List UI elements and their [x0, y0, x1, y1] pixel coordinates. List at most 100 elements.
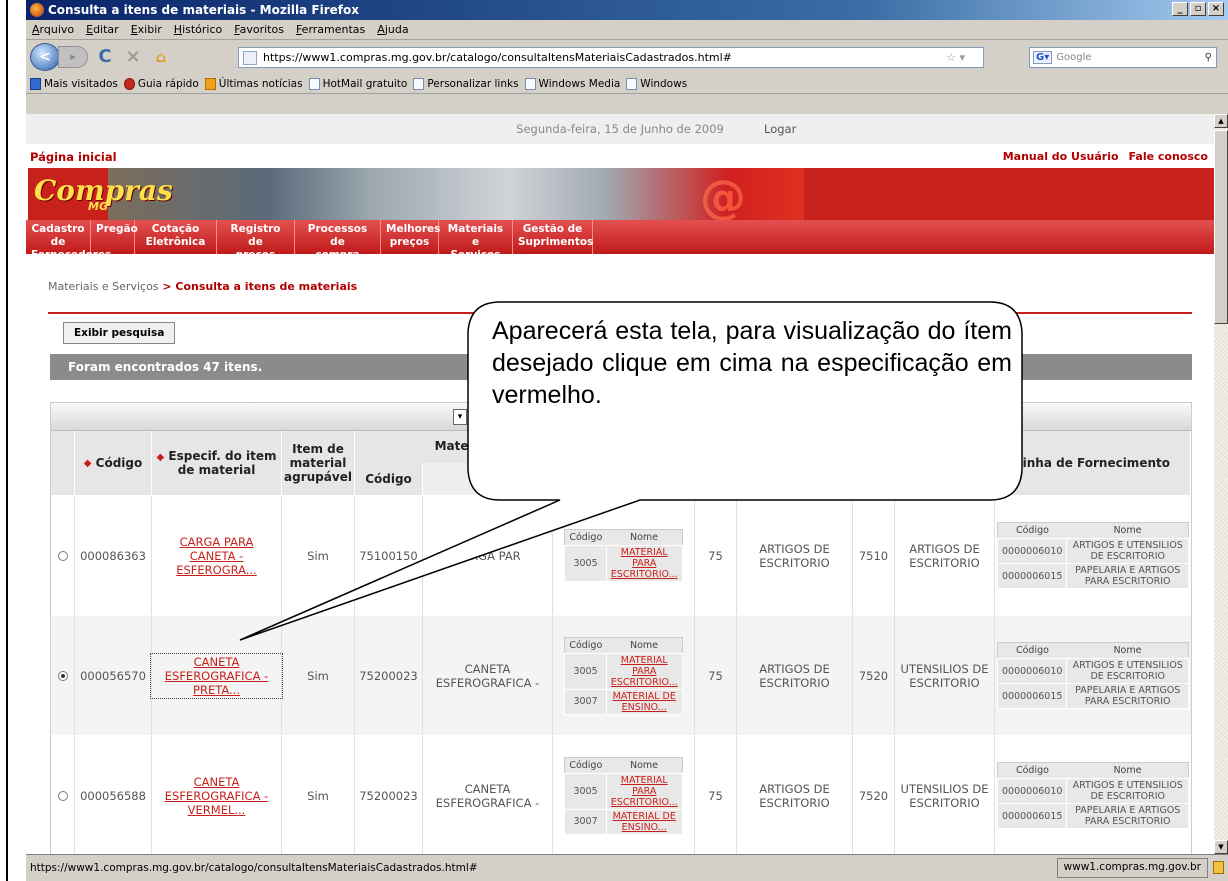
manual-link[interactable]: Manual do Usuário [1003, 150, 1119, 163]
header-spec[interactable]: ◆ Especif. do item de material [152, 431, 282, 495]
spec-link[interactable]: CARGA PARA CANETA - ESFEROGRA... [152, 535, 281, 577]
nav-item-label: preços [389, 236, 430, 248]
menu-favoritos[interactable]: Favoritos [234, 23, 284, 36]
table-cell: 75 [695, 496, 737, 615]
supply-name: ARTIGOS E UTENSILIOS DE ESCRITORIO [1066, 538, 1189, 564]
bookmark-ultimas-noticias[interactable]: Últimas notícias [204, 77, 303, 90]
menu-ajuda[interactable]: Ajuda [377, 23, 408, 36]
maximize-button[interactable]: ▫ [1190, 2, 1206, 16]
material-name: CANETA ESFEROGRAFICA - [435, 781, 540, 810]
chevron-down-icon[interactable]: ▾ [453, 409, 467, 425]
table-cell: 75 [695, 736, 737, 854]
nav-item[interactable]: Registro de preços [217, 220, 295, 261]
scrollbar-thumb[interactable] [1214, 130, 1228, 324]
menu-exibir[interactable]: Exibir [131, 23, 162, 36]
supply-code: 0000006010 [996, 778, 1068, 804]
menu-historico[interactable]: Histórico [174, 23, 222, 36]
sort-icon: ◆ [83, 457, 92, 469]
navigation-toolbar: < ▸ C × ⌂ https://www1.compras.mg.gov.br… [26, 40, 1228, 74]
nav-item[interactable]: Gestão de Suprimentos [513, 220, 593, 254]
table-cell: ARTIGOS DE ESCRITORIO [737, 616, 853, 735]
bookmark-guia-rapido[interactable]: Guia rápido [123, 77, 199, 90]
url-input[interactable]: https://www1.compras.mg.gov.br/catalogo/… [238, 47, 984, 68]
bookmark-star-icon[interactable]: ☆ ▾ [946, 51, 965, 64]
nav-item[interactable]: Melhores preços [381, 220, 440, 254]
contact-link[interactable]: Fale conosco [1129, 150, 1208, 163]
stop-icon[interactable]: × [122, 46, 144, 68]
scroll-down-icon[interactable]: ▼ [1214, 840, 1228, 854]
google-icon[interactable]: G▾ [1033, 51, 1053, 64]
class-link[interactable]: MATERIAL PARA ESCRITORIO... [611, 547, 678, 580]
table-cell: 000056588 [75, 736, 152, 854]
mini-header: Código [569, 532, 603, 543]
class-link[interactable]: MATERIAL PARA ESCRITORIO... [611, 655, 678, 688]
menu-ferramentas[interactable]: Ferramentas [296, 23, 365, 36]
results-table: ▾ ◆ Código ◆ Especif. do item de materia… [50, 402, 1192, 854]
header-code[interactable]: ◆ Código [75, 431, 152, 495]
forward-button[interactable]: ▸ [58, 46, 88, 68]
menu-arquivo[interactable]: Arquivo [32, 23, 74, 36]
close-button[interactable]: × [1208, 2, 1224, 16]
nav-item-label: Registro de [230, 223, 281, 248]
back-button[interactable]: < [30, 43, 60, 71]
spec-link[interactable]: CANETA ESFEROGRAFICA - PRETA... [150, 652, 283, 699]
scroll-up-icon[interactable]: ▲ [1214, 114, 1228, 128]
site-logo-sub: MG [88, 200, 108, 213]
show-search-button[interactable]: Exibir pesquisa [63, 322, 176, 344]
status-bar: https://www1.compras.mg.gov.br/catalogo/… [26, 854, 1228, 881]
table-row[interactable]: 000056570 CANETA ESFEROGRAFICA - PRETA...… [51, 615, 1191, 735]
supply-code: 0000006010 [996, 658, 1068, 684]
window-title: Consulta a itens de materiais - Mozilla … [48, 3, 359, 17]
spec-link[interactable]: CANETA ESFEROGRAFICA - VERMEL... [152, 775, 281, 817]
table-cell: Sim [282, 496, 355, 615]
subgroup-code: 7510 [858, 548, 889, 563]
row-radio[interactable] [57, 790, 68, 801]
row-radio[interactable] [57, 550, 68, 561]
minimize-button[interactable]: _ [1172, 2, 1188, 16]
breadcrumb-parent[interactable]: Materiais e Serviços [48, 280, 159, 293]
page-icon [308, 77, 320, 90]
nav-item-label: Gestão de [522, 223, 583, 235]
nav-item[interactable]: Cotação Eletrônica [135, 220, 217, 254]
group-code: 75 [708, 668, 723, 683]
vertical-scrollbar[interactable]: ▲ ▼ [1214, 114, 1228, 854]
bookmark-personalizar[interactable]: Personalizar links [413, 77, 519, 90]
bookmark-windows-media[interactable]: Windows Media [524, 77, 620, 90]
class-link[interactable]: MATERIAL PARA ESCRITORIO... [611, 775, 678, 808]
menu-editar[interactable]: Editar [86, 23, 119, 36]
nav-item[interactable]: Cadastro de Fornecedores [26, 220, 111, 261]
home-icon[interactable]: ⌂ [150, 46, 172, 68]
subgroup-name: UTENSILIOS DE ESCRITORIO [900, 661, 989, 690]
table-row[interactable]: 000056588 CANETA ESFEROGRAFICA - VERMEL..… [51, 735, 1191, 854]
table-cell: Código Nome 0000006010 ARTIGOS E UTENSILIOS… [995, 496, 1191, 615]
material-code: 75200023 [359, 788, 418, 803]
divider [48, 312, 1192, 314]
nav-item[interactable]: Pregão [91, 220, 138, 254]
reload-icon[interactable]: C [94, 46, 116, 68]
class-link[interactable]: MATERIAL DE ENSINO... [613, 691, 676, 713]
table-row[interactable]: 000086363 CARGA PARA CANETA - ESFEROGRA..… [51, 495, 1191, 615]
nav-item[interactable]: Processos de compra [295, 220, 381, 261]
header-material-code: Código [355, 463, 423, 495]
bookmark-hotmail[interactable]: HotMail gratuito [308, 77, 408, 90]
lock-icon[interactable] [1213, 861, 1224, 874]
table-cell: ARTIGOS DE ESCRITORIO [737, 496, 853, 615]
row-radio[interactable] [57, 670, 68, 681]
home-link[interactable]: Página inicial [30, 150, 117, 164]
nav-item-label: Pregão [96, 223, 138, 235]
class-link[interactable]: MATERIAL DE ENSINO... [613, 811, 676, 833]
banner-fill [804, 168, 1214, 220]
group-code: 75 [708, 548, 723, 563]
table-cell [51, 736, 75, 854]
login-link[interactable]: Logar [764, 114, 796, 144]
bookmark-mais-visitados[interactable]: Mais visitados [30, 77, 118, 90]
search-input[interactable]: G▾ Google ⚲ [1029, 47, 1217, 68]
class-code: 3005 [564, 545, 607, 582]
bookmark-windows[interactable]: Windows [626, 77, 687, 90]
class-code: 3005 [564, 772, 607, 810]
bookmark-label: HotMail gratuito [322, 77, 408, 90]
nav-item[interactable]: Materiais e Serviços [439, 220, 513, 261]
bookmark-label: Personalizar links [427, 77, 519, 90]
search-icon[interactable]: ⚲ [1205, 52, 1212, 63]
grouped-value: Sim [307, 668, 329, 683]
